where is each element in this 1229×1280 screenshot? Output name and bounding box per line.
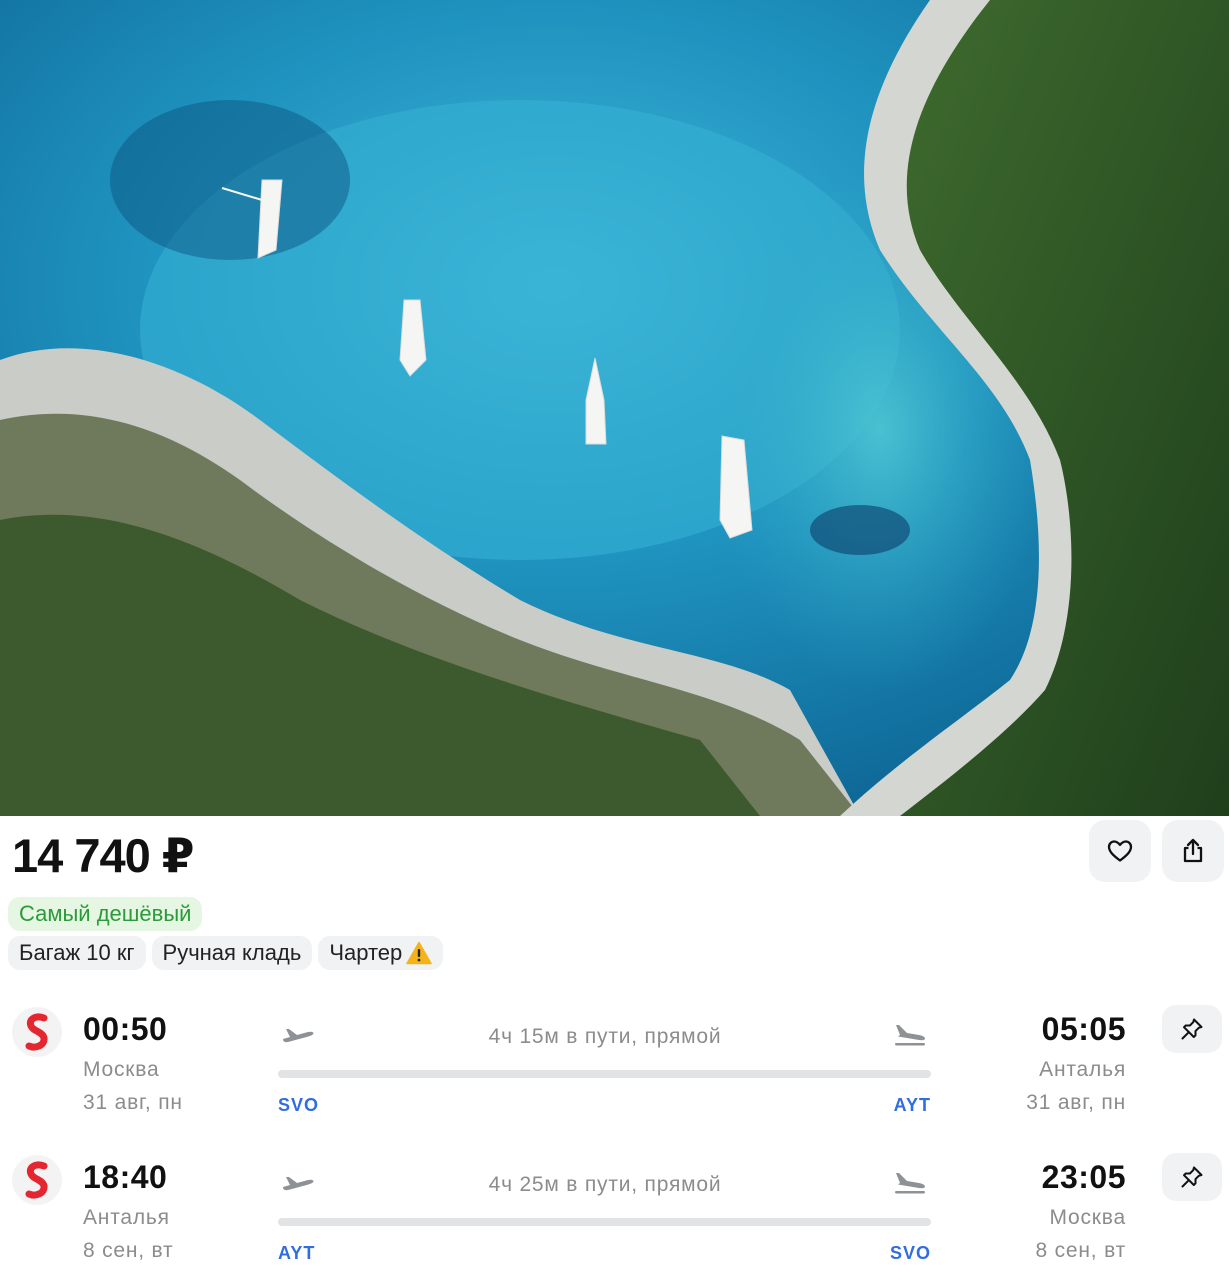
airline-logo	[12, 1155, 62, 1205]
warning-icon	[406, 941, 433, 965]
arrival-date: 8 сен, вт	[1035, 1239, 1126, 1262]
departure-airport-code[interactable]: SVO	[278, 1095, 319, 1116]
arrival-city: Анталья	[1039, 1058, 1126, 1081]
pin-icon	[1181, 1018, 1203, 1040]
arrival-city: Москва	[1049, 1206, 1126, 1229]
cheapest-badge: Самый дешёвый	[8, 897, 203, 931]
departure-time: 18:40	[83, 1159, 168, 1195]
ticket-price: 14 740 ₽	[12, 829, 195, 882]
arrival-airport-code[interactable]: SVO	[890, 1243, 931, 1264]
arrival-date: 31 авг, пн	[1026, 1091, 1126, 1114]
departure-time: 00:50	[83, 1011, 168, 1047]
pin-leg-button[interactable]	[1162, 1153, 1222, 1201]
share-button[interactable]	[1162, 820, 1224, 882]
offer-tags: Багаж 10 кг Ручная кладь Чартер	[8, 936, 444, 970]
heart-icon	[1107, 840, 1133, 862]
departure-date: 8 сен, вт	[83, 1239, 174, 1262]
tag-charter-label: Чартер	[329, 940, 403, 965]
departure-date: 31 авг, пн	[83, 1091, 183, 1114]
tag-hand-luggage: Ручная кладь	[151, 936, 313, 970]
departure-city: Анталья	[83, 1206, 170, 1229]
arrival-airport-code[interactable]: AYT	[894, 1095, 931, 1116]
destination-photo	[0, 0, 1229, 816]
tag-hand-luggage-label: Ручная кладь	[162, 940, 302, 965]
favorite-button[interactable]	[1089, 820, 1151, 882]
flight-duration: 4ч 25м в пути, прямой	[488, 1173, 722, 1196]
s7-airline-logo	[25, 1013, 48, 1051]
arrival-time: 05:05	[1041, 1011, 1126, 1047]
s7-airline-logo	[25, 1161, 48, 1199]
pin-leg-button[interactable]	[1162, 1005, 1222, 1053]
flight-leg-outbound[interactable]: 00:50 Москва 31 авг, пн 4ч 15м в пути, п…	[0, 1005, 1229, 1135]
route-timeline-bar	[278, 1218, 931, 1226]
arrival-time: 23:05	[1041, 1159, 1126, 1195]
departure-airport-code[interactable]: AYT	[278, 1243, 315, 1264]
takeoff-plane-icon	[283, 1029, 314, 1043]
pin-icon	[1181, 1166, 1203, 1188]
route-timeline-bar	[278, 1070, 931, 1078]
landing-plane-icon	[895, 1173, 925, 1194]
tag-charter[interactable]: Чартер	[318, 936, 444, 970]
airline-logo	[12, 1007, 62, 1057]
share-icon	[1183, 838, 1203, 863]
tag-baggage: Багаж 10 кг	[8, 936, 146, 970]
landing-plane-icon	[895, 1025, 925, 1046]
flight-duration: 4ч 15м в пути, прямой	[488, 1025, 722, 1048]
tag-baggage-label: Багаж 10 кг	[19, 940, 135, 965]
takeoff-plane-icon	[283, 1177, 314, 1191]
departure-city: Москва	[83, 1058, 160, 1081]
aerial-bay-illustration	[0, 0, 1229, 816]
flight-leg-return[interactable]: 18:40 Анталья 8 сен, вт 4ч 25м в пути, п…	[0, 1153, 1229, 1280]
